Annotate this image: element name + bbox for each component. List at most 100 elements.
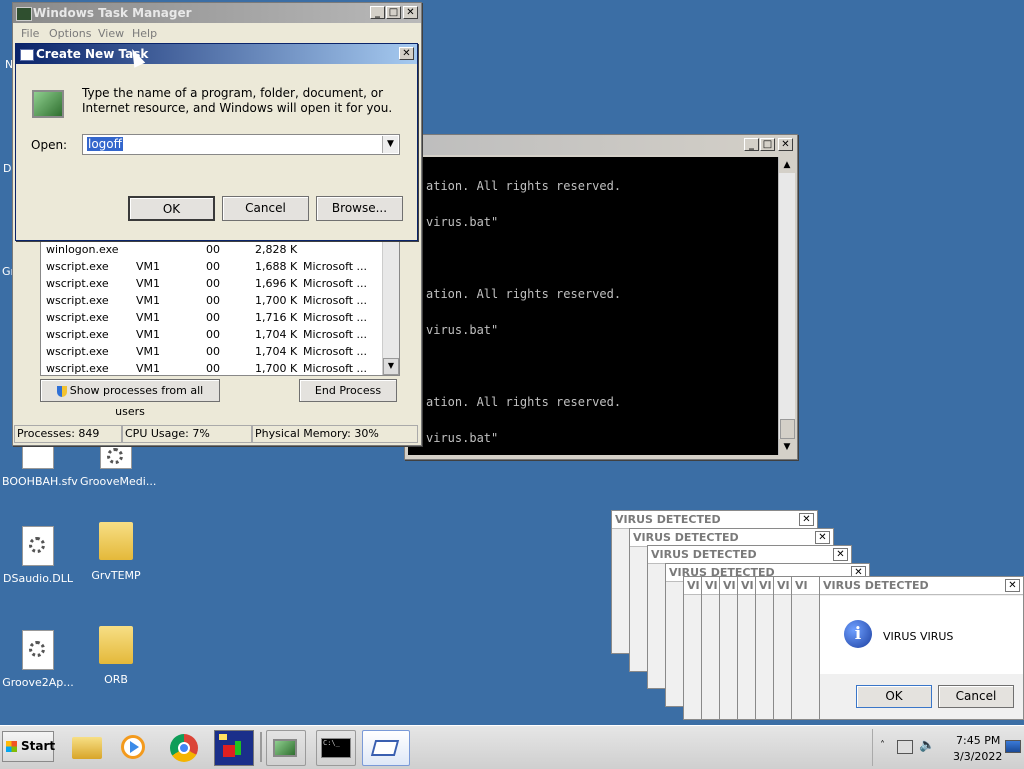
- desktop-icon-orb[interactable]: ORB: [80, 626, 152, 686]
- process-user: VM1: [136, 277, 161, 290]
- status-memory: Physical Memory: 30%: [252, 425, 418, 443]
- scroll-thumb[interactable]: [780, 419, 795, 439]
- console-line: virus.bat": [426, 323, 499, 337]
- cancel-label: Cancel: [245, 201, 286, 215]
- browse-label: Browse...: [331, 201, 388, 215]
- settings-file-icon: [22, 630, 54, 670]
- ok-button[interactable]: OK: [856, 685, 932, 708]
- task-manager-app-icon: [16, 7, 32, 21]
- open-label: Open:: [31, 138, 68, 152]
- process-name: wscript.exe: [46, 294, 109, 307]
- cancel-button[interactable]: Cancel: [222, 196, 309, 221]
- desktop-icon-boohbah[interactable]: BOOHBAH.sfv: [2, 445, 78, 488]
- clock-time[interactable]: 7:45 PM: [956, 734, 1000, 747]
- process-cpu: 00: [206, 294, 220, 307]
- maximize-button[interactable]: □: [760, 138, 775, 151]
- table-row[interactable]: wscript.exe VM1 00 1,716 K Microsoft ...: [41, 309, 399, 326]
- virus-dialog-title: VIRUS DETECTED: [648, 546, 851, 564]
- close-icon[interactable]: ✕: [1005, 579, 1020, 592]
- menu-help[interactable]: Help: [132, 27, 157, 40]
- menu-file[interactable]: File: [21, 27, 39, 40]
- explorer-taskbar-icon[interactable]: [68, 730, 106, 764]
- process-list-scrollbar[interactable]: ▼: [382, 240, 399, 375]
- table-row[interactable]: wscript.exe VM1 00 1,700 K Microsoft ...: [41, 292, 399, 309]
- volume-icon[interactable]: 🔈: [919, 738, 935, 753]
- open-input[interactable]: logoff: [87, 137, 123, 151]
- create-task-dialog[interactable]: Create New Task ✕ Type the name of a pro…: [15, 43, 418, 241]
- virus-dialog[interactable]: VIRUS DETECTED ✕ i VIRUS VIRUS OK Cancel: [819, 576, 1024, 720]
- menu-options[interactable]: Options: [49, 27, 91, 40]
- ok-button[interactable]: OK: [128, 196, 215, 221]
- settings-file-icon: [22, 526, 54, 566]
- console-window[interactable]: _ □ ✕ ation. All rights reserved. virus.…: [404, 134, 798, 460]
- system-tray: ˄ 🔈 7:45 PM 3/3/2022: [872, 729, 1023, 766]
- process-cpu: 00: [206, 260, 220, 273]
- close-icon[interactable]: ✕: [833, 548, 848, 561]
- desktop-icon-groovemedi[interactable]: GrooveMedi...: [80, 445, 156, 488]
- show-desktop-icon[interactable]: [1005, 740, 1021, 753]
- console-scrollbar[interactable]: ▲ ▼: [778, 157, 795, 455]
- console-line: virus.bat": [426, 431, 499, 445]
- minimize-button[interactable]: _: [744, 138, 759, 151]
- scroll-up-arrow-icon[interactable]: ▲: [779, 157, 795, 173]
- menu-view[interactable]: View: [98, 27, 124, 40]
- process-desc: Microsoft ...: [303, 345, 368, 358]
- table-row[interactable]: wscript.exe VM1 00 1,704 K Microsoft ...: [41, 326, 399, 343]
- scroll-down-arrow-icon[interactable]: ▼: [383, 358, 399, 375]
- table-row[interactable]: winlogon.exe 00 2,828 K: [41, 241, 399, 258]
- scroll-down-arrow-icon[interactable]: ▼: [779, 439, 795, 455]
- desktop-icon-groove2ap[interactable]: Groove2Ap...: [2, 630, 74, 689]
- cancel-button[interactable]: Cancel: [938, 685, 1014, 708]
- open-combobox[interactable]: logoff ▼: [82, 134, 400, 155]
- table-row[interactable]: wscript.exe VM1 00 1,700 K Microsoft ...: [41, 360, 399, 375]
- info-icon: i: [844, 620, 872, 648]
- console-line: ation. All rights reserved.: [426, 287, 622, 301]
- create-task-titlebar[interactable]: Create New Task: [16, 44, 417, 64]
- command-prompt-taskbar-button[interactable]: C:\_: [316, 730, 356, 766]
- desktop-edge-label: D: [3, 162, 12, 175]
- desktop-icon-dsaudio[interactable]: DSaudio.DLL: [2, 526, 74, 585]
- task-manager-taskbar-button[interactable]: [266, 730, 306, 766]
- process-user: VM1: [136, 362, 161, 375]
- paint-taskbar-icon[interactable]: [214, 730, 254, 766]
- process-cpu: 00: [206, 243, 220, 256]
- end-process-label: End Process: [314, 384, 382, 397]
- desktop-icon-label: Groove2Ap...: [2, 676, 74, 689]
- ok-label: OK: [162, 202, 181, 216]
- status-cpu: CPU Usage: 7%: [122, 425, 252, 443]
- process-mem: 1,700 K: [255, 294, 298, 307]
- show-all-processes-button[interactable]: Show processes from all users: [40, 379, 220, 418]
- close-icon[interactable]: ✕: [815, 531, 830, 544]
- table-row[interactable]: wscript.exe VM1 00 1,688 K Microsoft ...: [41, 258, 399, 275]
- close-button[interactable]: ✕: [403, 6, 418, 19]
- chevron-down-icon[interactable]: ▼: [382, 136, 398, 153]
- start-button[interactable]: Start: [2, 731, 55, 762]
- network-icon[interactable]: [897, 740, 913, 754]
- table-row[interactable]: wscript.exe VM1 00 1,696 K Microsoft ...: [41, 275, 399, 292]
- chevron-up-icon[interactable]: ˄: [880, 740, 885, 751]
- status-processes: Processes: 849: [14, 425, 122, 443]
- close-icon[interactable]: ✕: [799, 513, 814, 526]
- create-task-taskbar-button[interactable]: [362, 730, 410, 766]
- process-name: wscript.exe: [46, 362, 109, 375]
- chrome-taskbar-icon[interactable]: [166, 730, 204, 764]
- desktop-icon-grvtemp[interactable]: GrvTEMP: [80, 522, 152, 582]
- process-list[interactable]: winlogon.exe 00 2,828 K wscript.exe VM1 …: [40, 239, 400, 376]
- task-manager-title: Windows Task Manager: [33, 6, 192, 20]
- process-name: wscript.exe: [46, 277, 109, 290]
- virus-dialog-body: i VIRUS VIRUS: [820, 596, 1023, 674]
- console-line: virus.bat": [426, 215, 499, 229]
- close-button[interactable]: ✕: [399, 47, 414, 60]
- table-row[interactable]: wscript.exe VM1 00 1,704 K Microsoft ...: [41, 343, 399, 360]
- media-player-taskbar-icon[interactable]: [116, 730, 154, 764]
- clock-date[interactable]: 3/3/2022: [953, 750, 1002, 763]
- minimize-button[interactable]: _: [370, 6, 385, 19]
- task-manager-titlebar[interactable]: Windows Task Manager: [13, 3, 421, 23]
- console-titlebar[interactable]: [405, 135, 797, 155]
- desktop-icon-label: DSaudio.DLL: [3, 572, 73, 585]
- maximize-button[interactable]: □: [386, 6, 401, 19]
- browse-button[interactable]: Browse...: [316, 196, 403, 221]
- end-process-button[interactable]: End Process: [299, 379, 397, 402]
- close-button[interactable]: ✕: [778, 138, 793, 151]
- process-name: wscript.exe: [46, 345, 109, 358]
